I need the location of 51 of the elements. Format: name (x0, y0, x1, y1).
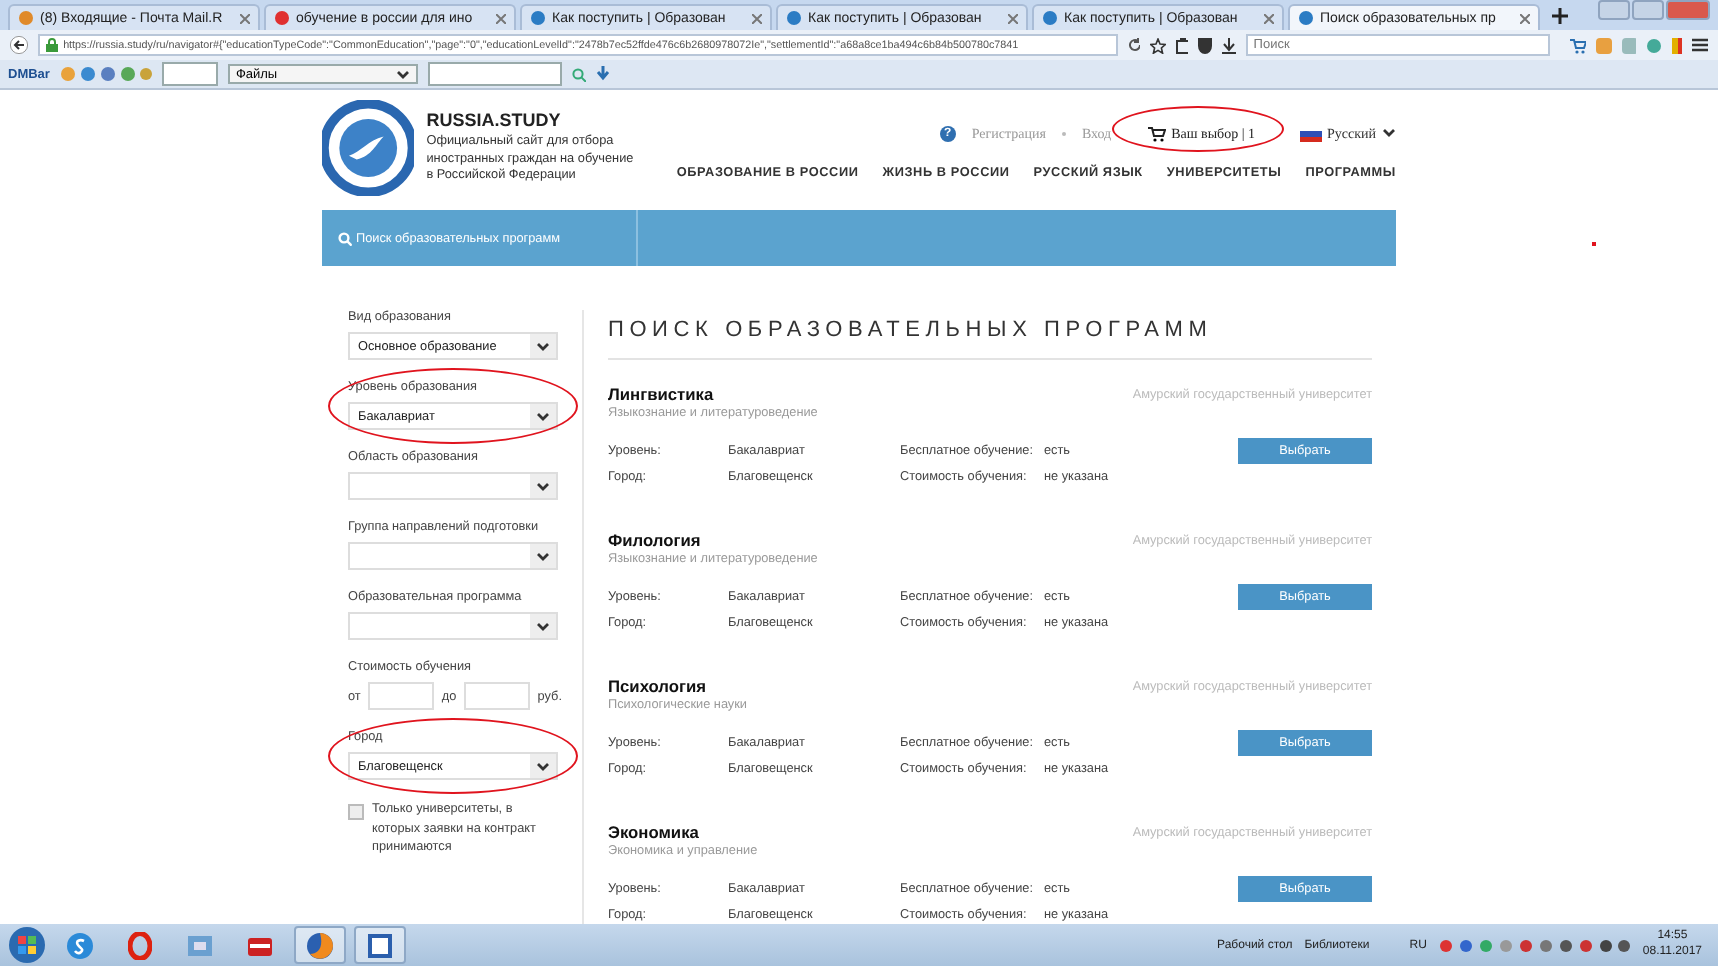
favicon-icon (18, 10, 34, 26)
lock-icon (45, 38, 58, 52)
ring-icon (128, 931, 152, 959)
search-icon[interactable] (571, 67, 586, 81)
favicon-icon (530, 10, 546, 26)
circle-s-icon (66, 931, 94, 959)
flag-icon[interactable] (1671, 37, 1683, 53)
search-icon (338, 231, 352, 245)
min-price-field[interactable] (368, 682, 434, 710)
select-field[interactable] (348, 542, 558, 570)
program-title[interactable]: Филология (608, 530, 1044, 550)
program-title[interactable]: Психология (608, 676, 1044, 696)
toolbar-search-field[interactable] (427, 62, 562, 86)
star-icon[interactable] (1150, 37, 1166, 53)
toolbar-button[interactable] (161, 62, 218, 86)
cart-icon (1147, 125, 1166, 141)
shield-icon[interactable] (1198, 37, 1213, 53)
page-heading: ПОИСК ОБРАЗОВАТЕЛЬНЫХ ПРОГРАММ (608, 318, 1372, 360)
taskbar-app[interactable] (354, 926, 406, 964)
back-icon[interactable] (10, 36, 28, 54)
close-icon[interactable] (1264, 13, 1274, 23)
program-title[interactable]: Экономика (608, 822, 1044, 842)
max-price-field[interactable] (464, 682, 530, 710)
site-name[interactable]: RUSSIA.STUDY (426, 110, 677, 131)
start-button[interactable] (8, 926, 46, 964)
cart-icon[interactable] (1570, 37, 1586, 53)
select-field[interactable] (348, 472, 558, 500)
menu-icon[interactable] (1692, 38, 1709, 52)
favicon-icon (786, 10, 802, 26)
flag-icon (1299, 125, 1321, 141)
toolbar-icons-drawing[interactable] (59, 66, 152, 82)
select-field[interactable] (348, 612, 558, 640)
favicon-icon (274, 10, 290, 26)
caret-icon (395, 69, 410, 79)
close-icon[interactable] (1008, 13, 1018, 23)
favicon-icon (1298, 10, 1314, 26)
close-button[interactable] (1666, 0, 1710, 20)
tray-icons-drawing[interactable] (1438, 937, 1631, 953)
close-icon[interactable] (752, 13, 762, 23)
new-tab-icon[interactable] (1552, 8, 1568, 24)
taskbar-app[interactable] (294, 926, 346, 964)
close-icon[interactable] (240, 13, 250, 23)
close-icon[interactable] (1520, 13, 1530, 23)
reload-icon[interactable] (1127, 38, 1141, 52)
logo-icon (322, 100, 415, 196)
favicon-icon (1042, 10, 1058, 26)
program-title[interactable]: Лингвистика (608, 384, 1044, 404)
download-icon[interactable] (1222, 37, 1236, 53)
close-icon[interactable] (496, 13, 506, 23)
caret-icon (1382, 128, 1396, 138)
checkbox[interactable] (348, 804, 364, 820)
